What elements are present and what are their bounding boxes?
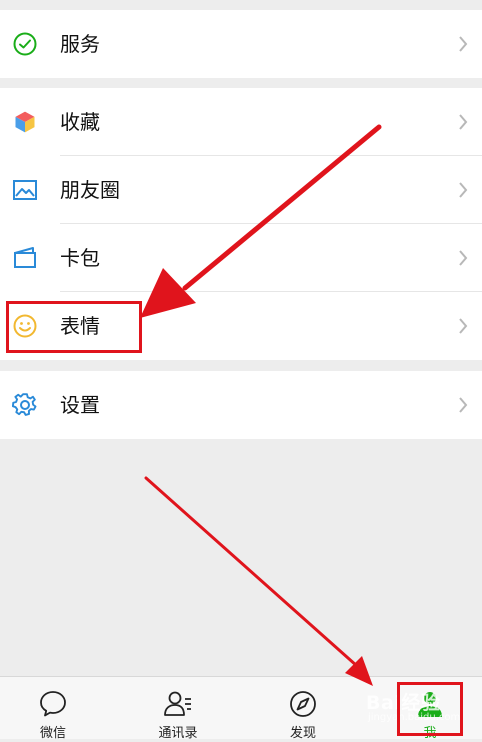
tab-label-chats: 微信 [39, 726, 66, 741]
menu-item-settings[interactable]: 设置 [0, 371, 482, 439]
menu-item-cards[interactable]: 卡包 [0, 224, 482, 292]
tab-chats[interactable]: 微信 [5, 677, 101, 741]
contacts-person-icon [164, 691, 191, 716]
arrow-to-me-tab [144, 476, 373, 686]
chevron-right-icon [459, 250, 468, 266]
chevron-right-icon [459, 182, 468, 198]
menu-item-service[interactable]: 服务 [0, 10, 482, 78]
compass-icon [290, 691, 316, 717]
tab-discover[interactable]: 发现 [255, 677, 351, 741]
service-check-icon [13, 32, 37, 56]
highlight-box-stickers [6, 301, 142, 353]
cards-wallet-icon [14, 247, 36, 268]
highlight-box-me-tab [397, 682, 463, 736]
menu-item-moments[interactable]: 朋友圈 [0, 156, 482, 224]
settings-gear-icon [12, 393, 37, 416]
tab-label-discover: 发现 [289, 726, 316, 741]
service-group: 服务 [0, 10, 482, 78]
chevron-right-icon [459, 36, 468, 52]
menu-item-favorites[interactable]: 收藏 [0, 88, 482, 156]
menu-label-service: 服务 [60, 32, 100, 56]
settings-group: 设置 [0, 371, 482, 439]
favorites-cube-icon [14, 110, 36, 134]
menu-label-settings: 设置 [60, 393, 100, 417]
chat-bubble-icon [40, 691, 66, 717]
chevron-right-icon [459, 397, 468, 413]
menu-label-favorites: 收藏 [60, 110, 100, 134]
menu-label-moments: 朋友圈 [60, 178, 120, 202]
chevron-right-icon [459, 318, 468, 334]
tab-label-contacts: 通讯录 [158, 726, 198, 741]
chevron-right-icon [459, 114, 468, 130]
tab-contacts[interactable]: 通讯录 [130, 677, 226, 741]
menu-label-cards: 卡包 [60, 246, 100, 270]
moments-picture-icon [13, 180, 37, 200]
